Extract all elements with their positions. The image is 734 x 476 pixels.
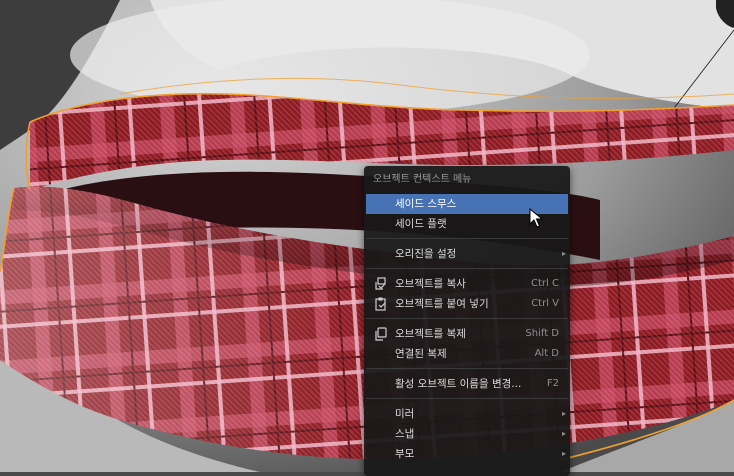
- menu-item-label: 세이드 플랫: [395, 218, 447, 230]
- shortcut-label: Shift D: [525, 328, 559, 339]
- menu-item-label: 오브젝트를 복제: [395, 328, 466, 340]
- menu-item-snap[interactable]: 스냅 ▸: [364, 424, 570, 444]
- menu-item-label: 오브젝트를 복사: [395, 278, 466, 290]
- menu-separator: [366, 368, 568, 369]
- submenu-arrow-icon: ▸: [561, 429, 566, 438]
- menu-item-set-origin[interactable]: 오리진을 설정 ▸: [364, 244, 570, 264]
- menu-item-paste-objects[interactable]: 오브젝트를 붙여 넣기 Ctrl V: [364, 294, 570, 314]
- shortcut-label: F2: [546, 378, 559, 389]
- menu-item-label: 부모: [395, 448, 415, 460]
- shortcut-label: Ctrl C: [531, 278, 559, 289]
- menu-item-label: 오리진을 설정: [395, 248, 457, 260]
- copy-icon: [375, 277, 386, 290]
- duplicate-icon: [375, 327, 387, 341]
- menu-item-label: 연결된 복제: [395, 348, 447, 360]
- menu-item-rename-active-object[interactable]: 활성 오브젝트 이름을 변경... F2: [364, 374, 570, 394]
- shortcut-label: Ctrl V: [531, 298, 559, 309]
- menu-item-mirror[interactable]: 미러 ▸: [364, 404, 570, 424]
- menu-separator: [366, 238, 568, 239]
- submenu-arrow-icon: ▸: [561, 249, 566, 258]
- menu-item-duplicate-linked[interactable]: 연결된 복제 Alt D: [364, 344, 570, 364]
- shortcut-label: Alt D: [534, 348, 559, 359]
- menu-item-label: 스냅: [395, 428, 415, 440]
- menu-separator: [366, 268, 568, 269]
- menu-item-parent[interactable]: 부모 ▸: [364, 444, 570, 464]
- mouse-cursor-icon: [529, 208, 543, 228]
- menu-item-copy-objects[interactable]: 오브젝트를 복사 Ctrl C: [364, 274, 570, 294]
- menu-item-label: 활성 오브젝트 이름을 변경...: [395, 378, 522, 390]
- menu-item-label: 오브젝트를 붙여 넣기: [395, 298, 489, 310]
- paste-icon: [375, 297, 386, 311]
- menu-item-label: 세이드 스무스: [395, 198, 457, 210]
- submenu-arrow-icon: ▸: [561, 409, 566, 418]
- menu-separator: [366, 318, 568, 319]
- menu-item-label: 미러: [395, 408, 415, 420]
- menu-item-duplicate-objects[interactable]: 오브젝트를 복제 Shift D: [364, 324, 570, 344]
- menu-title: 오브젝트 컨텍스트 메뉴: [373, 174, 472, 185]
- submenu-arrow-icon: ▸: [561, 449, 566, 458]
- menu-separator: [366, 398, 568, 399]
